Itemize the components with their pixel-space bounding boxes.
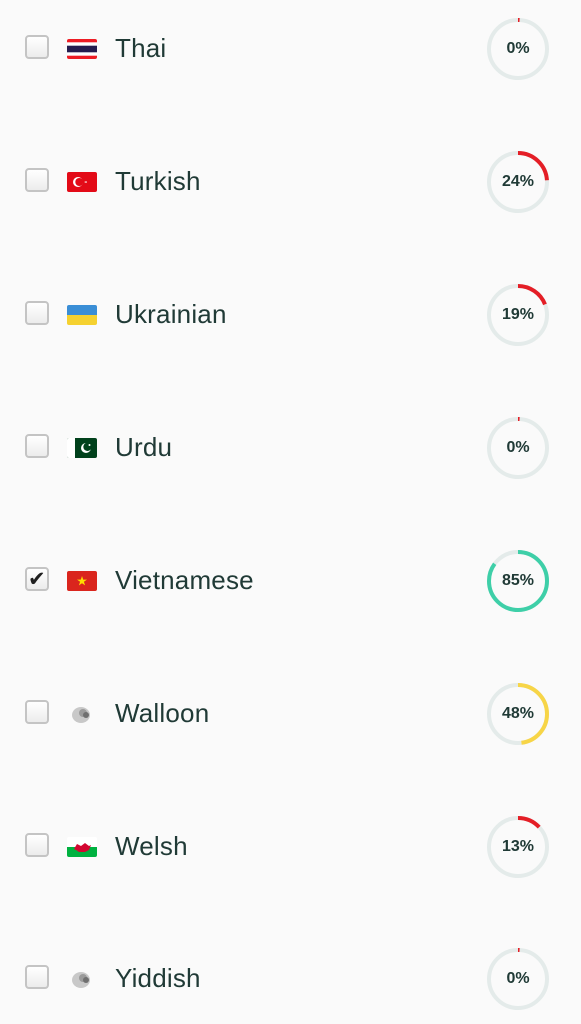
language-row-vietnamese[interactable]: ✔ Vietnamese 85%: [0, 550, 581, 612]
language-list: Thai 0% Turkish 24% Ukrainian 19% Urdu 0…: [0, 0, 581, 1024]
progress-ring: 0%: [485, 415, 551, 481]
progress-ring: 0%: [485, 16, 551, 82]
checkbox-walloon[interactable]: [25, 700, 49, 724]
language-name: Urdu: [115, 432, 173, 462]
language-name: Walloon: [115, 698, 210, 728]
progress-percent: 0%: [506, 970, 530, 987]
checkbox-thai[interactable]: [25, 35, 49, 59]
progress-ring: 85%: [485, 548, 551, 614]
checkbox-ukrainian[interactable]: [25, 301, 49, 325]
wales-flag-icon: [67, 837, 97, 857]
checkbox-welsh[interactable]: [25, 833, 49, 857]
language-row-turkish[interactable]: Turkish 24%: [0, 151, 581, 213]
progress-ring: 24%: [485, 149, 551, 215]
language-row-welsh[interactable]: Welsh 13%: [0, 816, 581, 878]
language-name: Yiddish: [115, 963, 201, 993]
language-name: Turkish: [115, 166, 201, 196]
progress-percent: 48%: [501, 705, 535, 722]
language-name: Ukrainian: [115, 299, 227, 329]
language-name: Thai: [115, 33, 167, 63]
checkmark-icon: ✔: [28, 567, 46, 591]
turkey-flag-icon: [67, 172, 97, 192]
vietnam-flag-icon: [67, 571, 97, 591]
progress-ring: 13%: [485, 814, 551, 880]
thailand-flag-icon: [67, 39, 97, 59]
generic-language-icon: [67, 704, 97, 724]
checkbox-turkish[interactable]: [25, 168, 49, 192]
progress-ring: 48%: [485, 681, 551, 747]
progress-percent: 0%: [506, 40, 530, 57]
generic-language-icon: [67, 969, 97, 989]
checkbox-vietnamese[interactable]: ✔: [25, 567, 49, 591]
language-row-yiddish[interactable]: Yiddish 0%: [0, 948, 581, 1010]
language-row-ukrainian[interactable]: Ukrainian 19%: [0, 284, 581, 346]
checkbox-yiddish[interactable]: [25, 965, 49, 989]
progress-percent: 13%: [501, 838, 535, 855]
ukraine-flag-icon: [67, 305, 97, 325]
language-row-urdu[interactable]: Urdu 0%: [0, 417, 581, 479]
language-name: Welsh: [115, 831, 188, 861]
progress-percent: 0%: [506, 439, 530, 456]
progress-percent: 19%: [501, 306, 535, 323]
checkbox-urdu[interactable]: [25, 434, 49, 458]
language-name: Vietnamese: [115, 565, 254, 595]
progress-percent: 24%: [501, 173, 535, 190]
language-row-walloon[interactable]: Walloon 48%: [0, 683, 581, 745]
progress-ring: 0%: [485, 946, 551, 1012]
progress-percent: 85%: [501, 572, 535, 589]
progress-ring: 19%: [485, 282, 551, 348]
language-row-thai[interactable]: Thai 0%: [0, 18, 581, 80]
pakistan-flag-icon: [67, 438, 97, 458]
